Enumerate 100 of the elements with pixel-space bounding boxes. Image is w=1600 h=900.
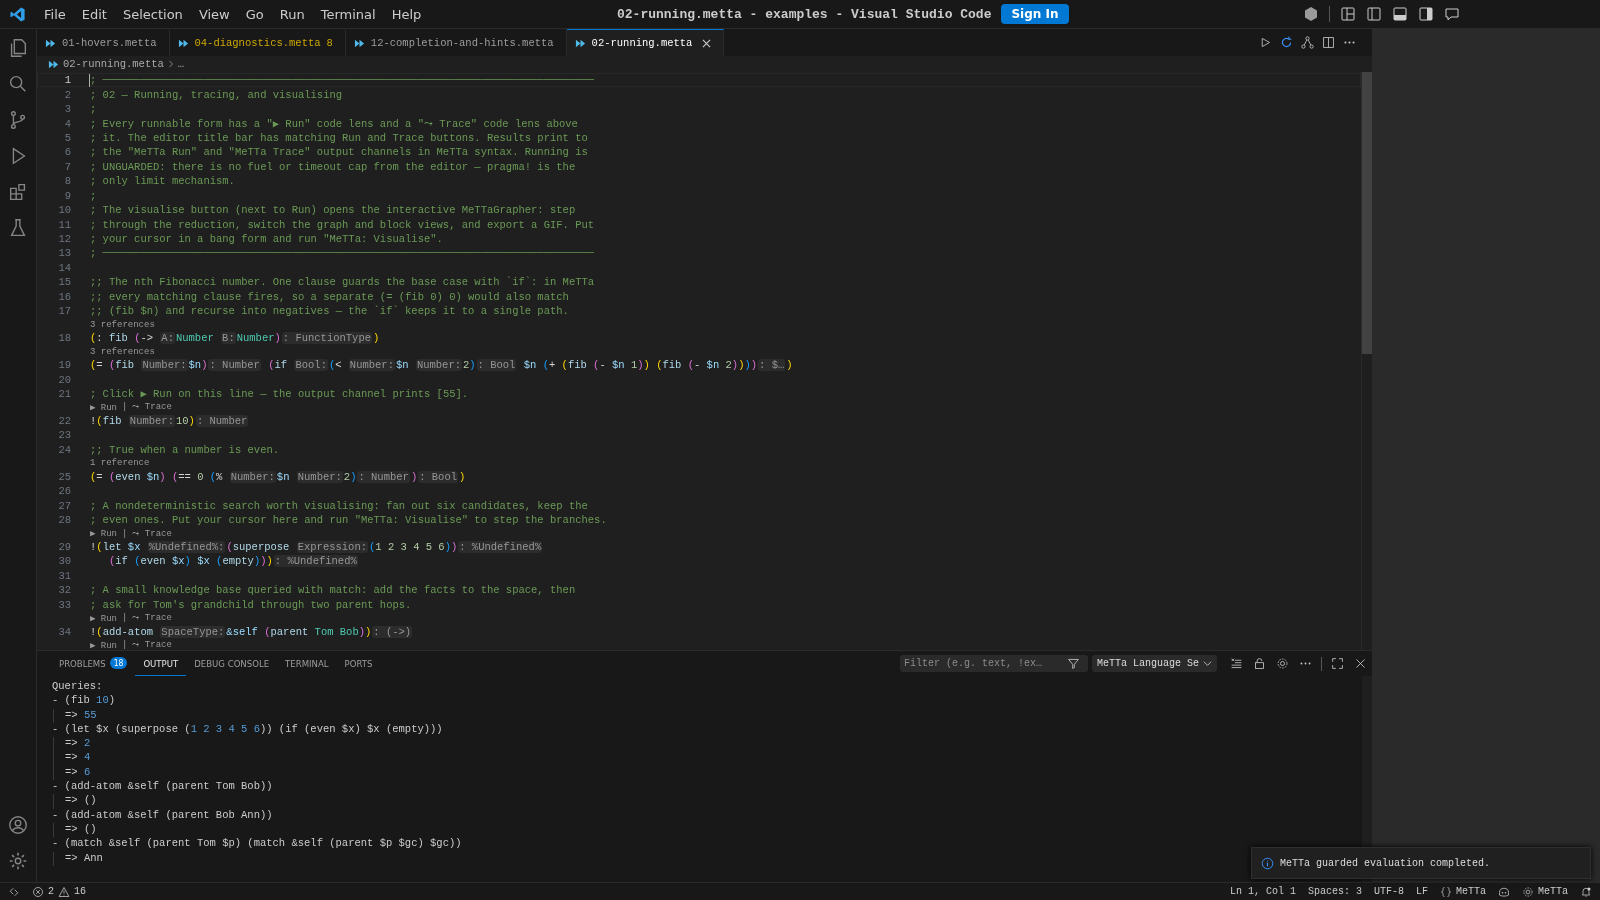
text-cursor — [89, 73, 90, 87]
file-icon — [45, 37, 56, 49]
language-mode[interactable]: MeTTa — [1439, 885, 1486, 898]
chat-icon[interactable] — [1444, 6, 1460, 22]
menu-item[interactable]: File — [36, 3, 74, 25]
code-line: !(fib Number: 10) : Number — [90, 414, 250, 427]
editor-tab[interactable]: 04-diagnostics.metta 8 — [169, 29, 346, 56]
menu-item[interactable]: Edit — [73, 3, 115, 25]
lens-separator: | — [122, 528, 128, 539]
code-line: ; — [90, 103, 97, 116]
line-number: 5 — [63, 131, 71, 144]
file-icon — [48, 58, 59, 70]
line-number: 25 — [57, 470, 71, 483]
account-icon[interactable] — [7, 814, 29, 836]
settings-icon[interactable] — [7, 850, 29, 872]
menu-item[interactable]: Run — [271, 3, 313, 25]
code-lens-link[interactable]: ⤳ Trace — [132, 402, 172, 413]
editor-tab[interactable]: 02-running.metta — [566, 29, 725, 56]
hexagon-icon[interactable] — [1303, 6, 1319, 22]
code-lens-link[interactable]: 3 references — [90, 319, 155, 330]
code-lens-link[interactable]: ▶ Run — [90, 639, 118, 650]
channel-dropdown[interactable]: MeTTa Language Se — [1091, 655, 1217, 672]
output-line: Queries: — [52, 680, 104, 694]
code-line: ; only limit mechanism. — [90, 175, 235, 188]
menu-item[interactable]: Selection — [114, 3, 191, 25]
tab-label: 01-hovers.metta — [62, 37, 157, 49]
panel-tab[interactable]: OUTPUT — [135, 651, 187, 676]
chevron-icon — [167, 60, 174, 68]
sign-in-button[interactable]: Sign In — [1001, 4, 1069, 24]
language-server-status[interactable]: MeTTa — [1522, 885, 1568, 898]
filter-icon[interactable] — [1066, 657, 1080, 670]
indentation-status[interactable]: Spaces: 3 — [1307, 886, 1362, 897]
braces-icon — [1439, 885, 1452, 898]
code-lens-link[interactable]: ⤳ Trace — [132, 528, 172, 539]
code-lens-link[interactable]: ⤳ Trace — [132, 613, 172, 624]
code-line: ;; (fib $n) and recurse into negatives — the `if` keeps it to a single path. — [90, 305, 569, 318]
line-number: 11 — [57, 218, 71, 231]
output-line: => Ann — [53, 851, 103, 866]
close-icon[interactable] — [702, 38, 712, 48]
code-line: ; your cursor in a bang form and run "MeTTa: Visualise". — [90, 233, 443, 246]
panel-tab[interactable]: PROBLEMS 18 — [51, 651, 136, 676]
split-editor-icon[interactable] — [1322, 36, 1335, 49]
output-line: - (add-atom &self (parent Tom Bob)) — [52, 780, 274, 795]
menu-item[interactable]: Go — [237, 3, 272, 25]
line-number: 2 — [63, 88, 71, 101]
menu-item[interactable]: Terminal — [312, 3, 384, 25]
remote-icon[interactable] — [8, 885, 20, 898]
close-icon[interactable] — [1354, 657, 1367, 670]
code-lens-link[interactable]: ▶ Run — [90, 401, 118, 413]
layout-icon[interactable] — [1340, 6, 1356, 22]
editor-tab[interactable]: 01-hovers.metta — [37, 29, 170, 56]
settings-icon[interactable] — [1276, 657, 1289, 670]
secondary-sidebar-icon[interactable] — [1418, 6, 1434, 22]
maximize-icon[interactable] — [1331, 657, 1344, 670]
clear-output-icon[interactable] — [1230, 657, 1243, 670]
menu-item[interactable]: View — [190, 3, 238, 25]
refresh-icon[interactable] — [1280, 36, 1293, 49]
code-lens-link[interactable]: 1 reference — [90, 458, 150, 469]
vscode-logo-icon — [9, 5, 26, 23]
line-number: 7 — [63, 160, 71, 173]
cursor-position[interactable]: Ln 1, Col 1 — [1229, 886, 1296, 897]
code-lens-link[interactable]: ▶ Run — [90, 528, 118, 539]
encoding-status[interactable]: UTF-8 — [1373, 886, 1404, 897]
graph-icon[interactable] — [1301, 36, 1314, 49]
run-icon[interactable] — [1259, 36, 1272, 49]
output-line: => () — [53, 794, 97, 809]
code-line: ; even ones. Put your cursor here and run "MeTTa: Visualise" to step the branches. — [90, 514, 607, 527]
code-line: ; Every runnable form has a "▶ Run" code lens and a "⤳ Trace" code lens above — [90, 117, 578, 131]
code-line: ;; The nth Fibonacci number. One clause guards the base case with `if`: in MeTTa — [90, 276, 595, 289]
breadcrumb-item[interactable]: … — [177, 58, 185, 70]
notification-text: MeTTa guarded evaluation completed. — [1280, 857, 1491, 869]
code-lens-link[interactable]: ⤳ Trace — [132, 640, 172, 650]
editor-tab[interactable]: 12-completion-and-hints.metta — [345, 29, 567, 56]
line-number: 14 — [57, 261, 71, 274]
sidebar-toggle-icon[interactable] — [1366, 6, 1382, 22]
copilot-icon[interactable] — [1498, 885, 1510, 898]
bell-icon[interactable] — [1580, 885, 1592, 898]
panel-tab[interactable]: DEBUG CONSOLE — [186, 651, 278, 676]
code-lens-link[interactable]: 3 references — [90, 346, 155, 357]
line-ending-status[interactable]: LF — [1415, 886, 1428, 897]
line-number: 28 — [57, 514, 71, 527]
output-line: - (fib 10) — [52, 694, 117, 709]
code-lens-link[interactable]: ▶ Run — [90, 612, 118, 624]
line-number: 34 — [57, 625, 71, 638]
panel-toggle-icon[interactable] — [1392, 6, 1408, 22]
breadcrumb-item[interactable]: 02-running.metta — [63, 58, 164, 70]
panel-tab[interactable]: TERMINAL — [277, 651, 337, 676]
problems-status[interactable]: 2 16 — [32, 885, 87, 898]
filter-field[interactable]: Filter (e.g. text, !ex… — [899, 655, 1088, 672]
scrollbar-thumb[interactable] — [1362, 72, 1372, 354]
code-line: ; 02 — Running, tracing, and visualising — [90, 88, 343, 101]
line-number: 17 — [57, 305, 71, 318]
code-line: ; A small knowledge base queried with match: add the facts to the space, then — [90, 584, 576, 597]
menu-item[interactable]: Help — [383, 3, 430, 25]
lock-icon[interactable] — [1253, 657, 1266, 670]
code-line: ; — [90, 189, 97, 202]
lens-separator: | — [122, 402, 128, 413]
line-number: 13 — [57, 247, 71, 260]
line-number: 21 — [57, 387, 71, 400]
panel-tab[interactable]: PORTS — [336, 651, 381, 676]
